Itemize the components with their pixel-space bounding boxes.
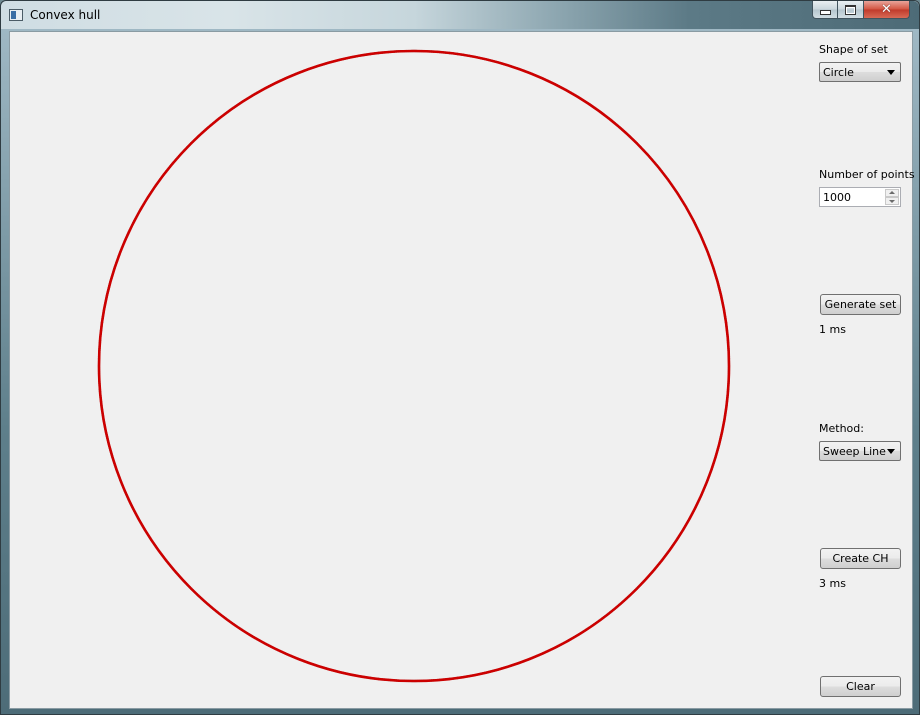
close-icon: ✕ xyxy=(881,2,892,17)
shape-label: Shape of set xyxy=(819,43,888,56)
control-panel: Shape of set Circle Number of points 100… xyxy=(818,32,915,708)
title-bar[interactable]: Convex hull ✕ xyxy=(1,1,919,29)
window-controls: ✕ xyxy=(812,1,910,21)
window-title: Convex hull xyxy=(30,8,101,22)
maximize-icon xyxy=(845,4,856,15)
drawing-canvas[interactable] xyxy=(10,32,810,708)
points-spinbox-value: 1000 xyxy=(823,191,851,204)
spin-down-button[interactable] xyxy=(885,197,899,205)
maximize-button[interactable] xyxy=(838,1,864,19)
minimize-icon xyxy=(819,10,831,15)
close-button[interactable]: ✕ xyxy=(864,1,910,19)
method-label: Method: xyxy=(819,422,864,435)
client-area: Shape of set Circle Number of points 100… xyxy=(9,31,915,709)
create-ch-button[interactable]: Create CH xyxy=(820,548,901,569)
canvas-svg xyxy=(97,49,731,683)
method-select-value: Sweep Line xyxy=(823,445,886,458)
app-icon xyxy=(9,9,23,21)
convex-hull-outline xyxy=(97,49,731,683)
chevron-down-icon xyxy=(887,449,895,454)
shape-select-value: Circle xyxy=(823,66,854,79)
app-window: Convex hull ✕ Shape of set Circle Number… xyxy=(0,0,920,715)
points-spinbox[interactable]: 1000 xyxy=(819,187,901,207)
point-set xyxy=(97,49,731,683)
generate-set-button[interactable]: Generate set xyxy=(820,294,901,315)
method-select[interactable]: Sweep Line xyxy=(819,441,901,461)
create-time-label: 3 ms xyxy=(819,577,846,590)
spin-up-button[interactable] xyxy=(885,189,899,197)
chevron-down-icon xyxy=(887,70,895,75)
shape-select[interactable]: Circle xyxy=(819,62,901,82)
minimize-button[interactable] xyxy=(812,1,838,19)
points-label: Number of points xyxy=(819,168,915,181)
generate-time-label: 1 ms xyxy=(819,323,846,336)
clear-button[interactable]: Clear xyxy=(820,676,901,697)
